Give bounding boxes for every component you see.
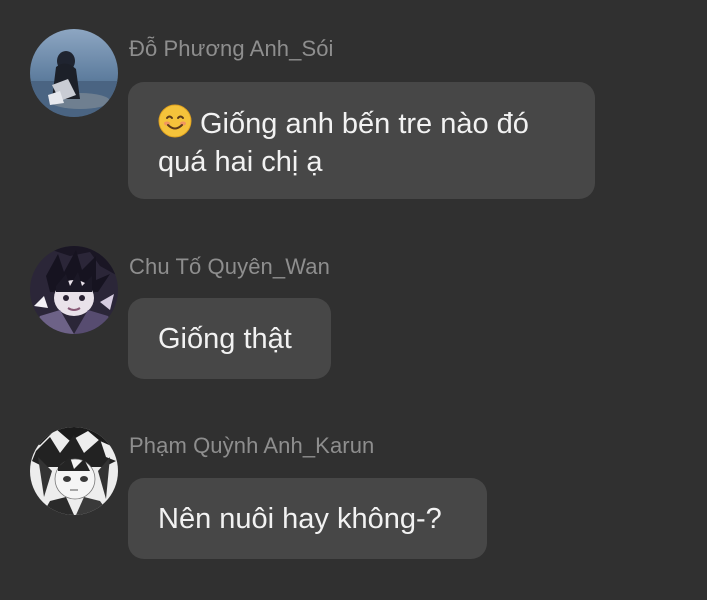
message-text: Nên nuôi hay không-?	[158, 503, 442, 535]
message-item: Phạm Quỳnh Anh_Karun Nên nuôi hay không-…	[0, 0, 707, 560]
avatar-anime-sketch-icon	[30, 427, 118, 515]
message-bubble[interactable]: Nên nuôi hay không-?	[128, 478, 487, 559]
chat-thread: Đỗ Phương Anh_Sói Giống anh bến tre nào …	[0, 0, 707, 600]
avatar[interactable]	[30, 427, 118, 515]
sender-name[interactable]: Phạm Quỳnh Anh_Karun	[129, 433, 374, 459]
